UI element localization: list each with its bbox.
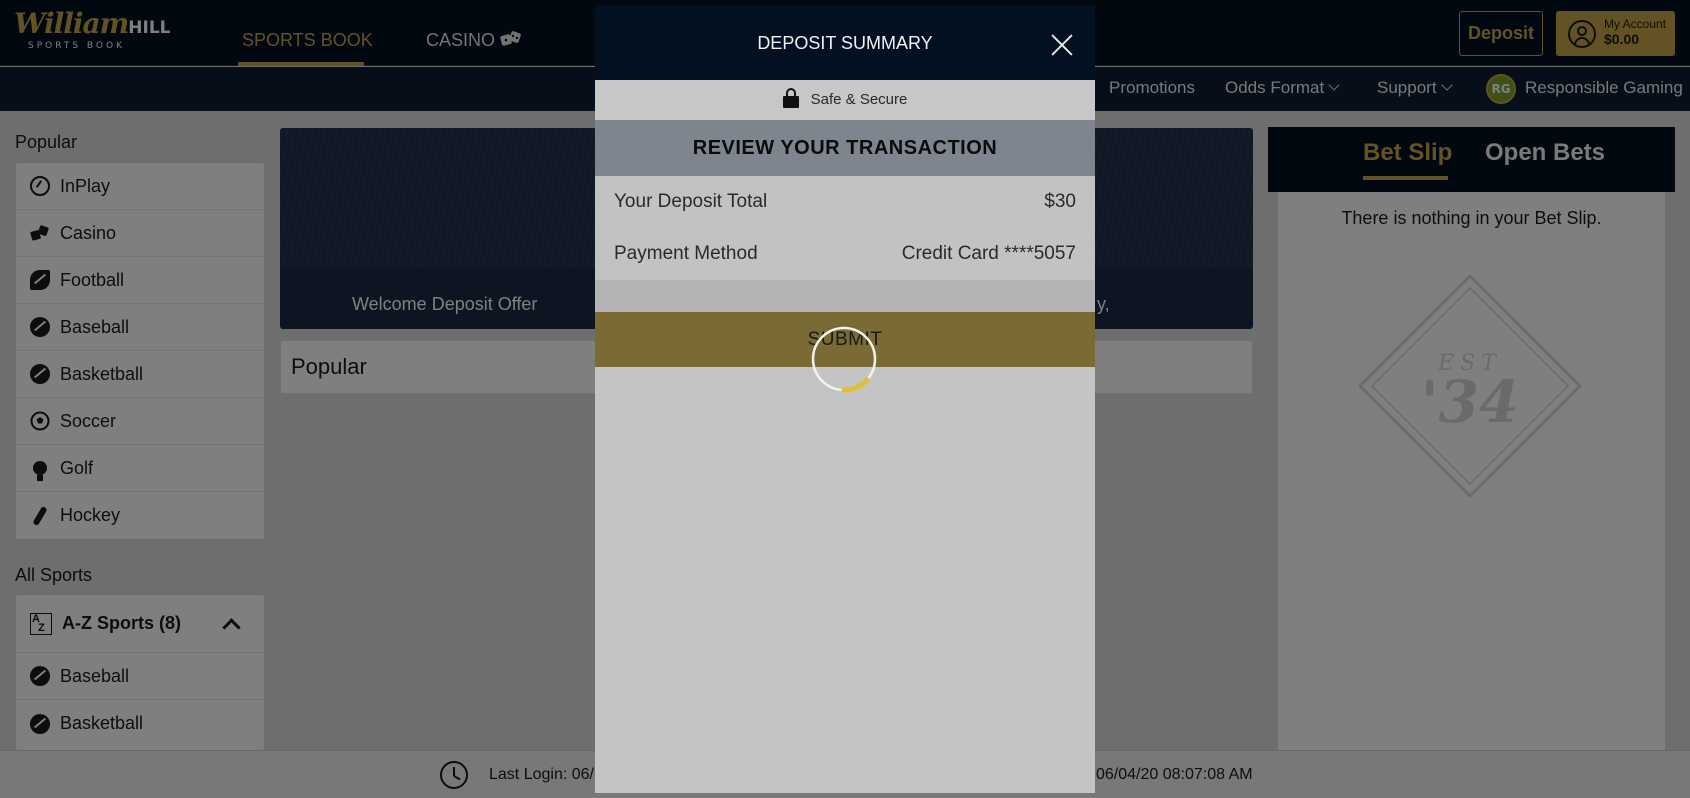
review-transaction-heading: REVIEW YOUR TRANSACTION: [595, 120, 1095, 176]
payment-method-label: Payment Method: [614, 243, 758, 264]
payment-method-row: Payment Method Credit Card ****5057: [595, 228, 1095, 280]
payment-method-value: Credit Card ****5057: [901, 243, 1076, 264]
modal-header: DEPOSIT SUMMARY: [595, 5, 1095, 80]
deposit-total-label: Your Deposit Total: [614, 191, 768, 212]
modal-divider: [595, 280, 1095, 312]
deposit-summary-modal: DEPOSIT SUMMARY Safe & Secure REVIEW YOU…: [595, 5, 1095, 793]
loading-spinner-icon: [811, 326, 877, 393]
deposit-total-row: Your Deposit Total $30: [595, 176, 1095, 228]
deposit-total-value: $30: [1044, 191, 1076, 212]
close-icon[interactable]: [1051, 33, 1073, 55]
safe-secure-label: Safe & Secure: [810, 91, 908, 108]
lock-icon: [782, 88, 799, 108]
modal-title: DEPOSIT SUMMARY: [757, 33, 933, 53]
safe-secure-bar: Safe & Secure: [595, 80, 1095, 120]
